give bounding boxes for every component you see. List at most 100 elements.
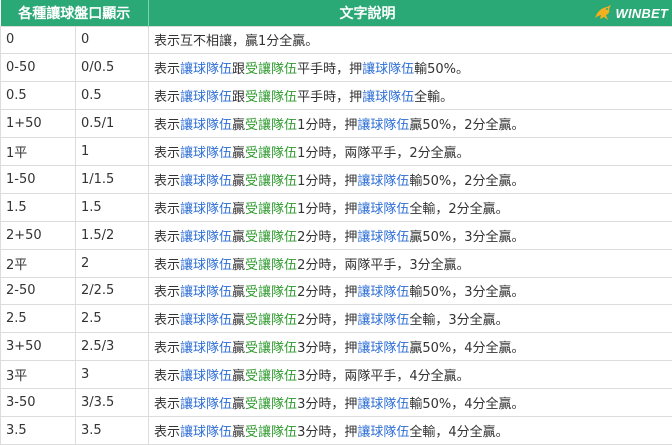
description-text: 1分時，兩隊平手，2分全贏。 xyxy=(297,146,470,161)
description-text: 表示 xyxy=(154,313,181,329)
handicap-label-cell: 3-50 xyxy=(0,388,76,417)
team-term: 讓球隊伍 xyxy=(180,257,233,273)
description-text: 輸50%。 xyxy=(414,62,469,78)
team-term: 讓球隊伍 xyxy=(180,397,233,413)
table-row: 2-50 2/2.5 表示讓球隊伍贏受讓隊伍2分時，押讓球隊伍輸50%，3分全贏。 xyxy=(0,276,672,306)
description-text: 全輸，4分全贏。 xyxy=(409,424,509,440)
team-term: 讓球隊伍 xyxy=(180,118,233,134)
team-term: 受讓隊伍 xyxy=(245,173,298,189)
team-term: 受讓隊伍 xyxy=(245,313,298,329)
description-cell: 表示互不相讓，贏1分全贏。 xyxy=(148,25,672,55)
team-term: 讓球隊伍 xyxy=(357,229,410,245)
team-term: 讓球隊伍 xyxy=(180,341,233,357)
team-term: 讓球隊伍 xyxy=(362,62,415,78)
description-text: 3分時，押 xyxy=(297,341,358,357)
description-text: 贏 xyxy=(232,173,246,189)
handicap-value-cell: 1.5 xyxy=(75,192,149,222)
handicap-label-cell: 3.5 xyxy=(0,415,76,445)
description-cell: 表示讓球隊伍跟受讓隊伍平手時，押讓球隊伍輸50%。 xyxy=(148,53,672,83)
description-text: 跟 xyxy=(232,62,246,78)
team-term: 受讓隊伍 xyxy=(245,257,298,273)
handicap-label-cell: 1-50 xyxy=(0,164,76,194)
description-text: 平手時，押 xyxy=(297,62,363,78)
table-row: 0 0 表示互不相讓，贏1分全贏。 xyxy=(0,25,672,55)
handicap-label-cell: 2-50 xyxy=(0,276,76,306)
description-text: 贏 xyxy=(232,397,246,413)
description-text: 贏50%，4分全贏。 xyxy=(409,341,525,357)
handicap-value-cell: 2.5/3 xyxy=(75,332,149,362)
team-term: 讓球隊伍 xyxy=(357,341,410,357)
team-term: 讓球隊伍 xyxy=(180,62,233,78)
table-row: 3-50 3/3.5 表示讓球隊伍贏受讓隊伍3分時，押讓球隊伍輸50%，4分全贏。 xyxy=(0,388,672,417)
team-term: 讓球隊伍 xyxy=(180,90,233,106)
handicap-value-cell: 2.5 xyxy=(75,304,149,334)
description-cell: 表示讓球隊伍贏受讓隊伍2分時，押讓球隊伍輸50%，3分全贏。 xyxy=(148,276,672,306)
description-text: 表示 xyxy=(154,341,181,357)
table-row: 1-50 1/1.5 表示讓球隊伍贏受讓隊伍1分時，押讓球隊伍輸50%，2分全贏。 xyxy=(0,164,672,194)
header-handicap: 各種讓球盤口顯示 xyxy=(0,0,149,26)
description-text: 1分時，押 xyxy=(297,118,358,134)
handicap-value-cell: 3 xyxy=(75,360,149,390)
description-text: 跟 xyxy=(232,90,246,106)
team-term: 讓球隊伍 xyxy=(180,313,233,329)
team-term: 受讓隊伍 xyxy=(245,90,298,106)
description-cell: 表示讓球隊伍贏受讓隊伍1分時，押讓球隊伍輸50%，2分全贏。 xyxy=(148,164,672,194)
team-term: 受讓隊伍 xyxy=(245,62,298,78)
header-description-label: 文字說明 xyxy=(339,5,396,22)
handicap-label-cell: 0.5 xyxy=(0,81,76,111)
team-term: 讓球隊伍 xyxy=(180,285,233,301)
description-text: 全輸，3分全贏。 xyxy=(409,313,509,329)
table-row: 3平 3 表示讓球隊伍贏受讓隊伍3分時，兩隊平手，4分全贏。 xyxy=(0,360,672,390)
dragon-icon xyxy=(594,5,611,20)
table-row: 3+50 2.5/3 表示讓球隊伍贏受讓隊伍3分時，押讓球隊伍贏50%，4分全贏。 xyxy=(0,332,672,362)
team-term: 受讓隊伍 xyxy=(245,341,298,357)
description-text: 贏50%，3分全贏。 xyxy=(409,229,525,245)
team-term: 讓球隊伍 xyxy=(180,173,233,189)
handicap-value-cell: 2/2.5 xyxy=(75,276,149,306)
description-text: 表示 xyxy=(154,173,181,189)
description-text: 輸50%，3分全贏。 xyxy=(409,285,525,301)
handicap-table: 各種讓球盤口顯示 文字說明 WINBET 0 0 表示互不相讓，贏1分全贏。 0-50… xyxy=(0,0,672,445)
table-row: 2平 2 表示讓球隊伍贏受讓隊伍2分時，兩隊平手，3分全贏。 xyxy=(0,248,672,278)
description-text: 表示 xyxy=(154,424,181,440)
description-text: 表示 xyxy=(154,146,181,161)
team-term: 讓球隊伍 xyxy=(357,201,410,217)
table-row: 1平 1 表示讓球隊伍贏受讓隊伍1分時，兩隊平手，2分全贏。 xyxy=(0,137,672,166)
description-text: 贏 xyxy=(232,285,246,301)
team-term: 讓球隊伍 xyxy=(357,118,410,134)
table-row: 0-50 0/0.5 表示讓球隊伍跟受讓隊伍平手時，押讓球隊伍輸50%。 xyxy=(0,53,672,83)
description-text: 表示 xyxy=(154,90,181,106)
brand-logo: WINBET xyxy=(593,3,668,23)
handicap-label-cell: 2+50 xyxy=(0,220,76,250)
description-text: 1分時，押 xyxy=(297,201,358,217)
table-row: 1.5 1.5 表示讓球隊伍贏受讓隊伍1分時，押讓球隊伍全輸，2分全贏。 xyxy=(0,192,672,222)
description-cell: 表示讓球隊伍贏受讓隊伍3分時，兩隊平手，4分全贏。 xyxy=(148,360,672,390)
description-text: 表示 xyxy=(154,118,181,134)
team-term: 讓球隊伍 xyxy=(357,397,410,413)
team-term: 讓球隊伍 xyxy=(180,369,233,385)
description-text: 全輸，2分全贏。 xyxy=(409,201,509,217)
table-row: 3.5 3.5 表示讓球隊伍贏受讓隊伍3分時，押讓球隊伍全輸，4分全贏。 xyxy=(0,415,672,445)
description-text: 2分時，押 xyxy=(297,313,358,329)
description-text: 表示 xyxy=(154,257,181,273)
handicap-label-cell: 2平 xyxy=(0,248,76,278)
team-term: 受讓隊伍 xyxy=(245,146,298,161)
description-text: 贏 xyxy=(232,118,246,134)
header-description: 文字說明 WINBET xyxy=(148,0,672,26)
description-text: 贏 xyxy=(232,424,246,440)
table-row: 0.5 0.5 表示讓球隊伍跟受讓隊伍平手時，押讓球隊伍全輸。 xyxy=(0,81,672,111)
description-text: 2分時，押 xyxy=(297,285,358,301)
team-term: 讓球隊伍 xyxy=(357,313,410,329)
handicap-label-cell: 1+50 xyxy=(0,109,76,139)
table-row: 2+50 1.5/2 表示讓球隊伍贏受讓隊伍2分時，押讓球隊伍贏50%，3分全贏。 xyxy=(0,220,672,250)
handicap-value-cell: 0/0.5 xyxy=(75,53,149,83)
description-text: 2分時，兩隊平手，3分全贏。 xyxy=(297,257,470,273)
handicap-label-cell: 1.5 xyxy=(0,192,76,222)
description-text: 3分時，押 xyxy=(297,397,358,413)
handicap-value-cell: 1.5/2 xyxy=(75,220,149,250)
team-term: 讓球隊伍 xyxy=(180,146,233,161)
team-term: 讓球隊伍 xyxy=(180,201,233,217)
description-text: 表示 xyxy=(154,201,181,217)
header-row: 各種讓球盤口顯示 文字說明 WINBET xyxy=(0,0,672,26)
description-text: 贏 xyxy=(232,146,246,161)
